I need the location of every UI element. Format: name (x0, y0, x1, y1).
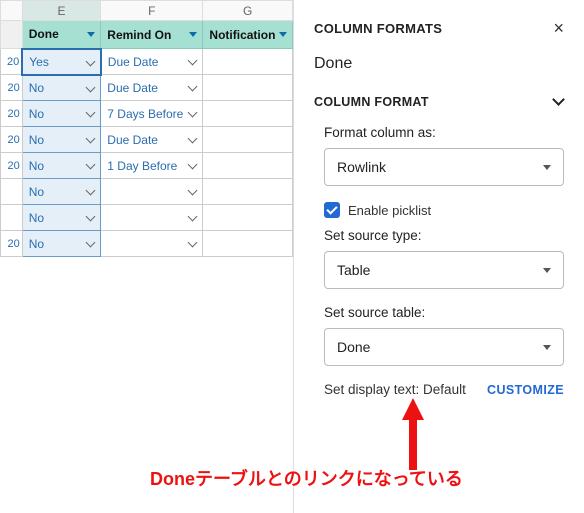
chevron-down-icon[interactable] (87, 239, 95, 247)
cell-remind[interactable] (101, 205, 203, 231)
row-num (1, 179, 23, 205)
cell-done[interactable]: No (22, 101, 101, 127)
row-num (1, 205, 23, 231)
row-num: 20 (1, 49, 23, 75)
row-num: 20 (1, 153, 23, 179)
cell-remind[interactable] (101, 179, 203, 205)
cell-notification[interactable] (203, 127, 293, 153)
col-header-label: Done (29, 27, 59, 41)
source-type-value: Table (337, 262, 370, 278)
chevron-down-icon[interactable] (87, 213, 95, 221)
col-header-done[interactable]: Done (22, 21, 101, 49)
row-num: 20 (1, 231, 23, 257)
col-header-label: Remind On (107, 28, 171, 42)
chevron-down-icon[interactable] (87, 109, 95, 117)
chevron-down-icon[interactable] (189, 135, 197, 143)
cell-remind[interactable]: 7 Days Before (101, 101, 203, 127)
col-header-label: Notification (209, 28, 275, 42)
cell-done[interactable]: No (22, 75, 101, 101)
col-header-notification[interactable]: Notification (203, 21, 293, 49)
source-type-select[interactable]: Table (324, 251, 564, 289)
chevron-down-icon[interactable] (87, 84, 95, 92)
close-icon[interactable]: × (553, 18, 564, 39)
cell-remind[interactable] (101, 231, 203, 257)
table-row: 20 No 1 Day Before (1, 153, 293, 179)
table-row: No (1, 205, 293, 231)
cell-remind[interactable]: Due Date (101, 49, 203, 75)
table-row: 20 No Due Date (1, 127, 293, 153)
chevron-down-icon[interactable] (87, 58, 95, 66)
row-gutter (1, 21, 23, 49)
cell-done[interactable]: Yes (22, 49, 101, 75)
display-text-label: Set display text: Default (324, 382, 466, 397)
chevron-down-icon (554, 97, 564, 107)
cell-notification[interactable] (203, 101, 293, 127)
chevron-down-icon[interactable] (87, 161, 95, 169)
col-letter-G[interactable]: G (203, 1, 293, 21)
cell-done[interactable]: No (22, 153, 101, 179)
cell-notification[interactable] (203, 153, 293, 179)
chevron-down-icon[interactable] (87, 135, 95, 143)
source-table-select[interactable]: Done (324, 328, 564, 366)
table-row: 20 No 7 Days Before (1, 101, 293, 127)
row-num: 20 (1, 75, 23, 101)
section-label: COLUMN FORMAT (314, 95, 429, 109)
chevron-down-icon[interactable] (189, 109, 197, 117)
field-name: Done (314, 55, 564, 73)
row-num: 20 (1, 101, 23, 127)
cell-done[interactable]: No (22, 179, 101, 205)
cell-notification[interactable] (203, 231, 293, 257)
column-formats-panel: COLUMN FORMATS × Done COLUMN FORMAT Form… (293, 0, 584, 513)
spreadsheet-area: E F G Done Remind On Notification 20 Yes… (0, 0, 293, 513)
chevron-down-icon[interactable] (189, 213, 197, 221)
table-row: 20 No Due Date (1, 75, 293, 101)
cell-remind[interactable]: Due Date (101, 127, 203, 153)
table-row: No (1, 179, 293, 205)
column-letter-row: E F G (1, 1, 293, 21)
chevron-down-icon[interactable] (189, 57, 197, 65)
cell-remind[interactable]: 1 Day Before (101, 153, 203, 179)
dropdown-icon (543, 345, 551, 350)
cell-done[interactable]: No (22, 127, 101, 153)
row-num: 20 (1, 127, 23, 153)
chevron-down-icon[interactable] (189, 83, 197, 91)
cell-notification[interactable] (203, 205, 293, 231)
header-row: Done Remind On Notification (1, 21, 293, 49)
table-row: 20 No (1, 231, 293, 257)
enable-picklist-checkbox[interactable] (324, 202, 340, 218)
chevron-down-icon[interactable] (189, 239, 197, 247)
source-type-label: Set source type: (324, 228, 564, 243)
dropdown-icon[interactable] (189, 32, 197, 37)
col-letter-E[interactable]: E (22, 1, 101, 21)
format-as-value: Rowlink (337, 159, 386, 175)
chevron-down-icon[interactable] (189, 187, 197, 195)
dropdown-icon[interactable] (87, 32, 95, 37)
panel-title: COLUMN FORMATS (314, 21, 442, 36)
col-header-remind[interactable]: Remind On (101, 21, 203, 49)
dropdown-icon (543, 165, 551, 170)
format-as-label: Format column as: (324, 125, 564, 140)
dropdown-icon (543, 268, 551, 273)
cell-notification[interactable] (203, 179, 293, 205)
cell-done[interactable]: No (22, 205, 101, 231)
format-as-select[interactable]: Rowlink (324, 148, 564, 186)
cell-remind[interactable]: Due Date (101, 75, 203, 101)
cell-done[interactable]: No (22, 231, 101, 257)
customize-link[interactable]: CUSTOMIZE (487, 383, 564, 397)
cell-notification[interactable] (203, 75, 293, 101)
cell-notification[interactable] (203, 49, 293, 75)
chevron-down-icon[interactable] (87, 187, 95, 195)
section-header[interactable]: COLUMN FORMAT (314, 95, 564, 109)
source-table-value: Done (337, 339, 370, 355)
source-table-label: Set source table: (324, 305, 564, 320)
dropdown-icon[interactable] (279, 32, 287, 37)
corner-cell (1, 1, 23, 21)
chevron-down-icon[interactable] (189, 161, 197, 169)
col-letter-F[interactable]: F (101, 1, 203, 21)
enable-picklist-label: Enable picklist (348, 203, 431, 218)
table-row: 20 Yes Due Date (1, 49, 293, 75)
